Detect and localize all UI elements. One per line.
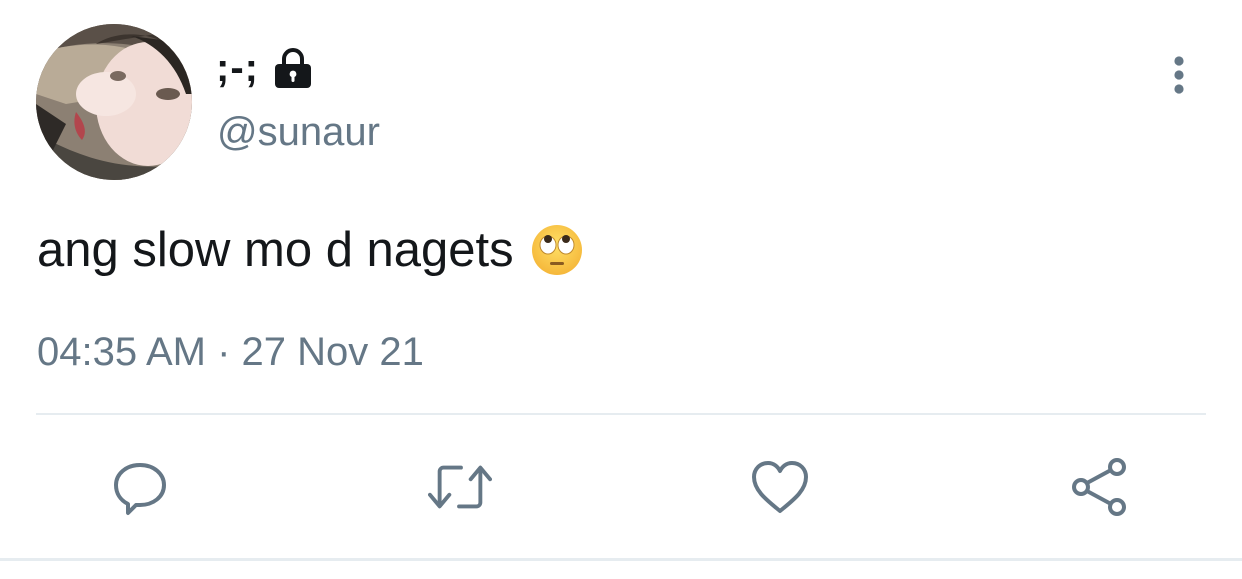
tweet-text: ang slow mo d nagets xyxy=(37,222,584,278)
lock-icon xyxy=(274,48,311,88)
face-with-rolling-eyes-icon xyxy=(531,225,582,275)
avatar[interactable] xyxy=(36,24,192,180)
display-name-row: ;-; xyxy=(216,36,315,100)
retweet-button[interactable] xyxy=(428,455,492,519)
heart-icon xyxy=(752,461,808,513)
tweet-timestamp[interactable]: 04:35 AM · 27 Nov 21 xyxy=(37,330,424,375)
more-options-button[interactable] xyxy=(1158,52,1200,98)
reply-icon xyxy=(114,463,166,515)
like-button[interactable] xyxy=(748,455,812,519)
bottom-divider xyxy=(0,558,1242,561)
share-icon xyxy=(1072,458,1126,516)
tweet-text-body: ang slow mo d nagets xyxy=(37,223,514,277)
retweet-icon xyxy=(428,465,492,509)
user-handle[interactable]: @sunaur xyxy=(217,110,380,155)
more-vertical-icon xyxy=(1174,56,1184,94)
reply-button[interactable] xyxy=(108,455,172,519)
share-button[interactable] xyxy=(1068,455,1132,519)
divider xyxy=(36,413,1206,415)
display-name[interactable]: ;-; xyxy=(216,46,259,91)
